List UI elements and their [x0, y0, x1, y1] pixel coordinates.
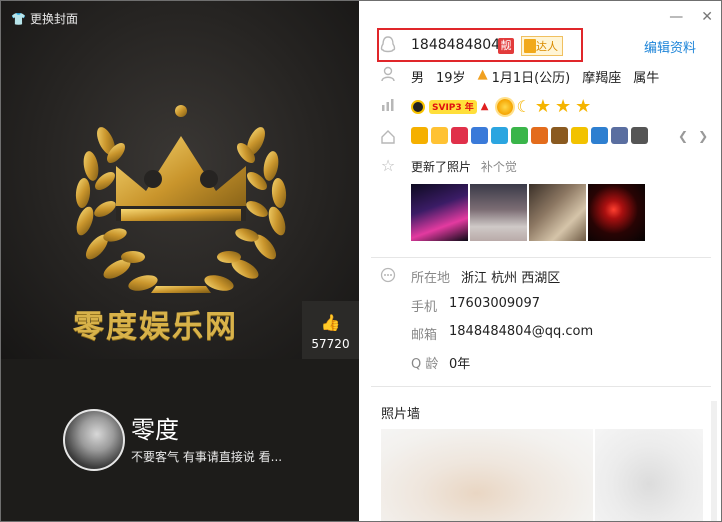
phone-service-icon[interactable]: [611, 127, 628, 144]
liang-badge[interactable]: 靓: [498, 38, 514, 54]
photo-update[interactable]: 更新了照片 补个觉: [411, 158, 517, 175]
star-level-icon: ★: [575, 95, 592, 117]
thumbs-up-icon: 👍: [320, 313, 341, 332]
age: 19岁: [436, 71, 466, 86]
star-outline-icon: ☆: [380, 156, 396, 175]
guitar-service-icon[interactable]: [551, 127, 568, 144]
game-service-icon[interactable]: [511, 127, 528, 144]
svip-badge[interactable]: SVIP3 年: [429, 99, 477, 114]
like-count: 57720: [311, 337, 350, 351]
divider: [371, 386, 711, 387]
chevron-left-icon[interactable]: ❮: [678, 129, 688, 143]
brand-text: 零度娱乐网: [73, 309, 238, 345]
user-card: [1, 359, 359, 521]
like-button[interactable]: 👍 57720: [302, 301, 359, 359]
avatar[interactable]: [63, 409, 125, 471]
person-icon: [379, 66, 397, 84]
location-label: 所在地: [411, 271, 451, 286]
close-icon[interactable]: ✕: [701, 9, 713, 25]
edit-profile-link[interactable]: 编辑资料: [644, 37, 696, 56]
qq-number: 1848484804: [411, 37, 501, 53]
star-yellow-icon[interactable]: [571, 127, 588, 144]
diamond-red-icon[interactable]: [451, 127, 468, 144]
email-value: 1848484804@qq.com: [449, 324, 594, 339]
photo-thumbnail[interactable]: [470, 184, 527, 241]
window-controls: — ✕: [669, 9, 713, 25]
zodiac: 属牛: [633, 71, 660, 86]
cake-icon: ▲: [477, 67, 488, 82]
star-blue-icon[interactable]: [471, 127, 488, 144]
update-text: 更新了照片: [411, 160, 472, 174]
service-icons-row: [411, 127, 648, 144]
qq-penguin-icon: [379, 36, 397, 54]
divider: [371, 257, 711, 258]
diamond-dark-icon[interactable]: [631, 127, 648, 144]
qage-value: 0年: [449, 357, 471, 372]
phone-value: 17603009097: [449, 296, 540, 311]
profile-window: 👕 更换封面 零度娱乐网 👍 57720 零度 不要客气 有事请直接说 看...…: [0, 0, 722, 522]
basic-info-row: 男 19岁 ▲ 1月1日(公历) 摩羯座 属牛: [411, 67, 659, 86]
up-arrow-icon: ▲: [480, 101, 489, 112]
photo-thumbnail[interactable]: [411, 184, 468, 241]
birthday: 1月1日(公历): [491, 71, 571, 86]
cup-service-icon[interactable]: [491, 127, 508, 144]
recent-photos: [411, 184, 645, 241]
folder-service-icon[interactable]: [431, 127, 448, 144]
photo-service-icon[interactable]: [591, 127, 608, 144]
level-row: SVIP3 年 ▲ ☾ ★ ★ ★: [411, 97, 591, 116]
change-cover-button[interactable]: 👕 更换封面: [11, 10, 78, 27]
left-panel: 👕 更换封面 零度娱乐网 👍 57720 零度 不要客气 有事请直接说 看...: [1, 1, 359, 521]
star-level-icon: ★: [534, 95, 551, 117]
photo-wall-title: 照片墙: [381, 407, 421, 422]
chevron-right-icon[interactable]: ❯: [698, 129, 708, 143]
penguin-service-icon[interactable]: [411, 127, 428, 144]
update-sub: 补个觉: [480, 160, 517, 174]
book-icon: [524, 39, 536, 53]
email-label: 邮箱: [411, 328, 438, 343]
daren-badge[interactable]: 达人: [521, 36, 563, 56]
constellation: 摩羯座: [582, 71, 622, 86]
more-info-icon: [379, 267, 397, 285]
home-icon: [379, 129, 397, 147]
photo-thumbnail[interactable]: [588, 184, 645, 241]
moon-level-icon: ☾: [516, 97, 531, 116]
scrollbar[interactable]: [711, 401, 717, 521]
phone-label: 手机: [411, 300, 438, 315]
photo-thumbnail[interactable]: [529, 184, 586, 241]
star-level-icon: ★: [554, 95, 572, 117]
nickname: 零度: [131, 416, 179, 444]
qage-label: Q 龄: [411, 357, 439, 372]
gender: 男: [411, 71, 425, 86]
change-cover-label: 更换封面: [29, 12, 78, 26]
shirt-icon: 👕: [11, 11, 26, 26]
sun-level-icon: [496, 98, 513, 115]
photo-wall-image[interactable]: [381, 429, 593, 521]
icon-pager: ❮ ❯: [678, 129, 708, 143]
qq-vip-icon: [411, 99, 425, 114]
signature[interactable]: 不要客气 有事请直接说 看...: [131, 448, 282, 465]
minimize-icon[interactable]: —: [669, 9, 683, 25]
daren-badge-label: 达人: [536, 40, 558, 53]
level-chart-icon: [379, 97, 397, 115]
location-value: 浙江 杭州 西湖区: [461, 271, 561, 286]
photo-wall-image[interactable]: [595, 429, 703, 521]
clock-service-icon[interactable]: [531, 127, 548, 144]
